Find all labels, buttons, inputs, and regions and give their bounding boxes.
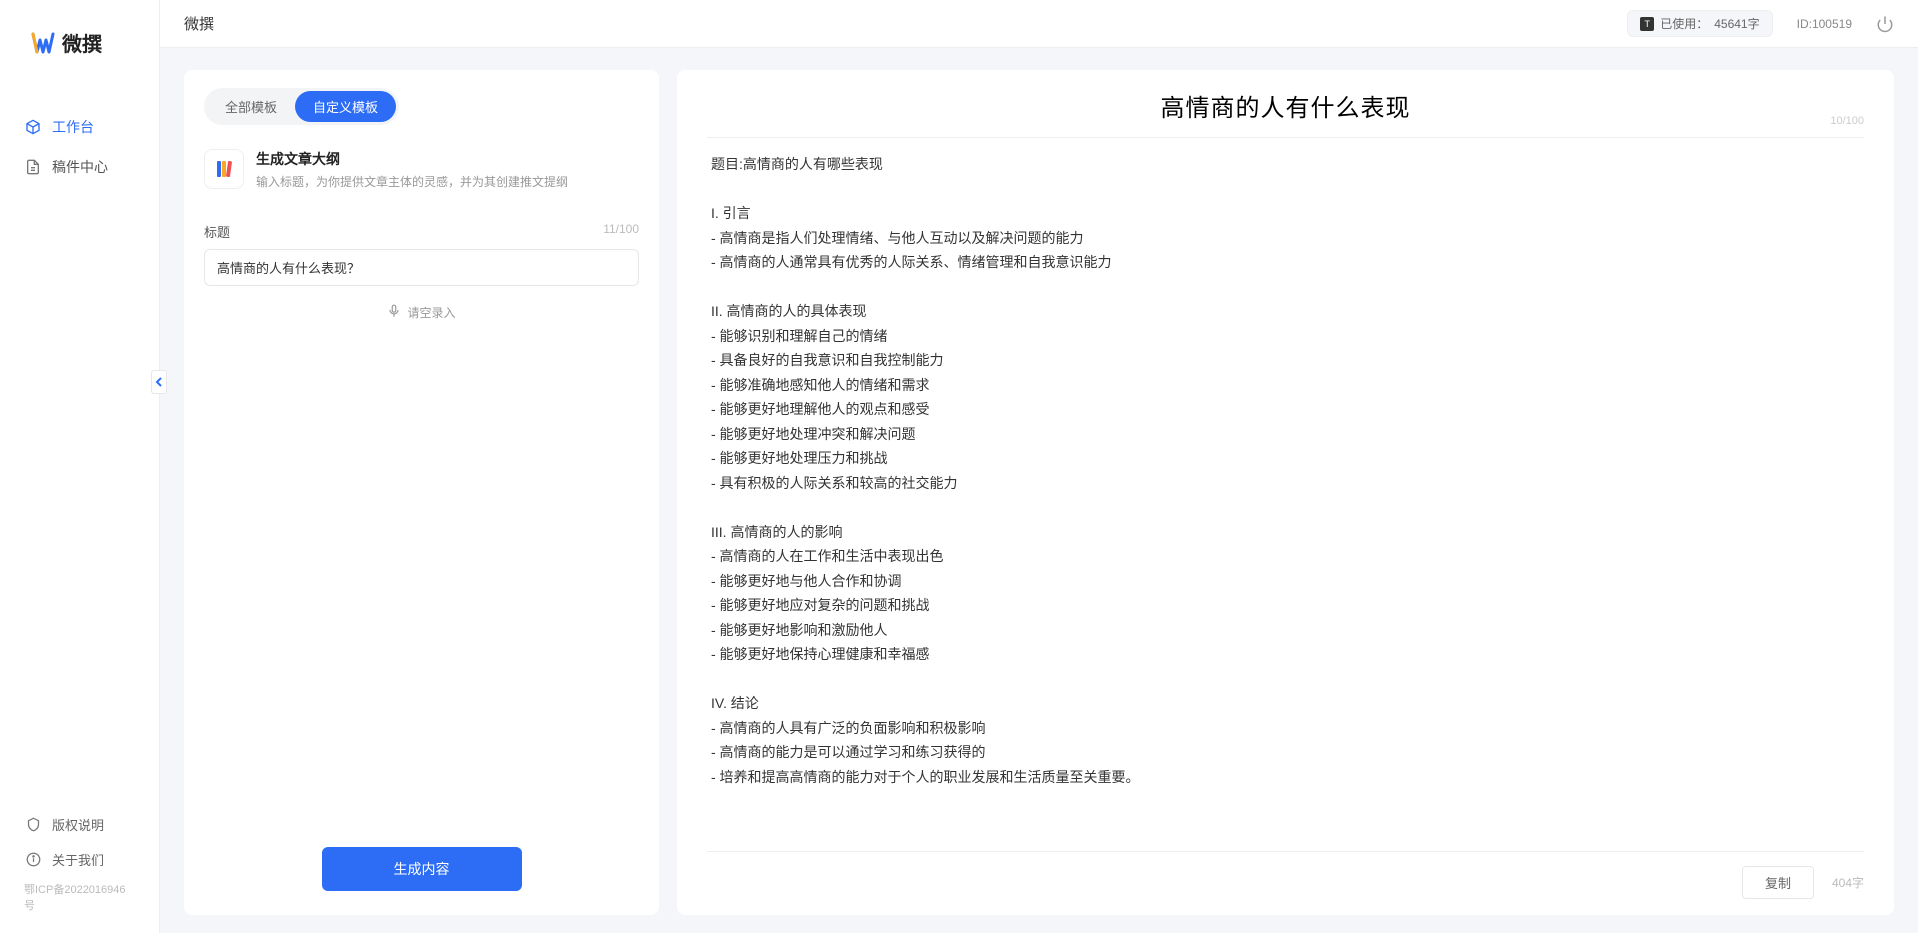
output-word-count: 404字 (1832, 874, 1864, 891)
power-icon[interactable] (1876, 15, 1894, 33)
usage-value: 45641字 (1714, 15, 1759, 32)
template-tabs: 全部模板 自定义模板 (204, 88, 399, 125)
output-title-count: 10/100 (1830, 115, 1864, 127)
field-char-count: 11/100 (603, 222, 639, 241)
usage-prefix: 已使用： (1660, 15, 1708, 32)
output-panel: 高情商的人有什么表现 10/100 题目:高情商的人有哪些表现 I. 引言 - … (677, 70, 1894, 915)
microphone-icon (387, 304, 401, 321)
cube-icon (24, 118, 42, 136)
user-id: ID:100519 (1797, 17, 1852, 31)
sidebar-item-label: 关于我们 (52, 850, 104, 869)
tab-custom-templates[interactable]: 自定义模板 (295, 91, 396, 122)
logo-icon (30, 30, 56, 56)
template-card: 生成文章大纲 输入标题，为你提供文章主体的灵感，并为其创建推文提纲 (204, 149, 639, 190)
generate-button[interactable]: 生成内容 (322, 847, 522, 891)
text-icon: T (1640, 17, 1654, 31)
document-icon (24, 158, 42, 176)
topbar: 微撰 T 已使用： 45641字 ID:100519 (160, 0, 1918, 48)
template-title: 生成文章大纲 (256, 149, 568, 169)
field-label: 标题 (204, 222, 230, 241)
output-body[interactable]: 题目:高情商的人有哪些表现 I. 引言 - 高情商是指人们处理情绪、与他人互动以… (707, 138, 1864, 851)
sidebar-item-label: 工作台 (52, 117, 94, 137)
sidebar-item-about[interactable]: 关于我们 (0, 842, 159, 877)
sidebar-item-drafts[interactable]: 稿件中心 (0, 147, 159, 187)
output-title: 高情商的人有什么表现 (707, 88, 1864, 123)
logo: 微撰 (0, 0, 159, 77)
collapse-sidebar-button[interactable] (151, 370, 167, 394)
template-desc: 输入标题，为你提供文章主体的灵感，并为其创建推文提纲 (256, 173, 568, 190)
title-input[interactable] (204, 249, 639, 286)
editor-panel: 全部模板 自定义模板 生成文章大纲 输入标题，为你提供文章主体的灵感，并为其创建… (184, 70, 659, 915)
sidebar-item-label: 版权说明 (52, 815, 104, 834)
sidebar: 微撰 工作台 稿件中心 版权说明 (0, 0, 160, 933)
copy-button[interactable]: 复制 (1742, 866, 1814, 899)
chevron-left-icon (155, 377, 163, 387)
sidebar-item-workspace[interactable]: 工作台 (0, 107, 159, 147)
app-title: 微撰 (184, 13, 214, 34)
info-icon (24, 851, 42, 869)
tab-all-templates[interactable]: 全部模板 (207, 91, 295, 122)
logo-text: 微撰 (62, 28, 102, 57)
voice-input-button[interactable]: 请空录入 (204, 304, 639, 321)
main: 微撰 T 已使用： 45641字 ID:100519 全部模板 自定义模板 (160, 0, 1918, 933)
books-icon (204, 149, 244, 189)
sidebar-item-copyright[interactable]: 版权说明 (0, 807, 159, 842)
voice-input-label: 请空录入 (407, 304, 455, 321)
sidebar-item-label: 稿件中心 (52, 157, 108, 177)
shield-icon (24, 816, 42, 834)
sidebar-footer: 版权说明 关于我们 鄂ICP备2022016946号 (0, 807, 159, 933)
icp-text: 鄂ICP备2022016946号 (0, 877, 159, 923)
nav: 工作台 稿件中心 (0, 77, 159, 807)
usage-badge[interactable]: T 已使用： 45641字 (1627, 10, 1772, 37)
